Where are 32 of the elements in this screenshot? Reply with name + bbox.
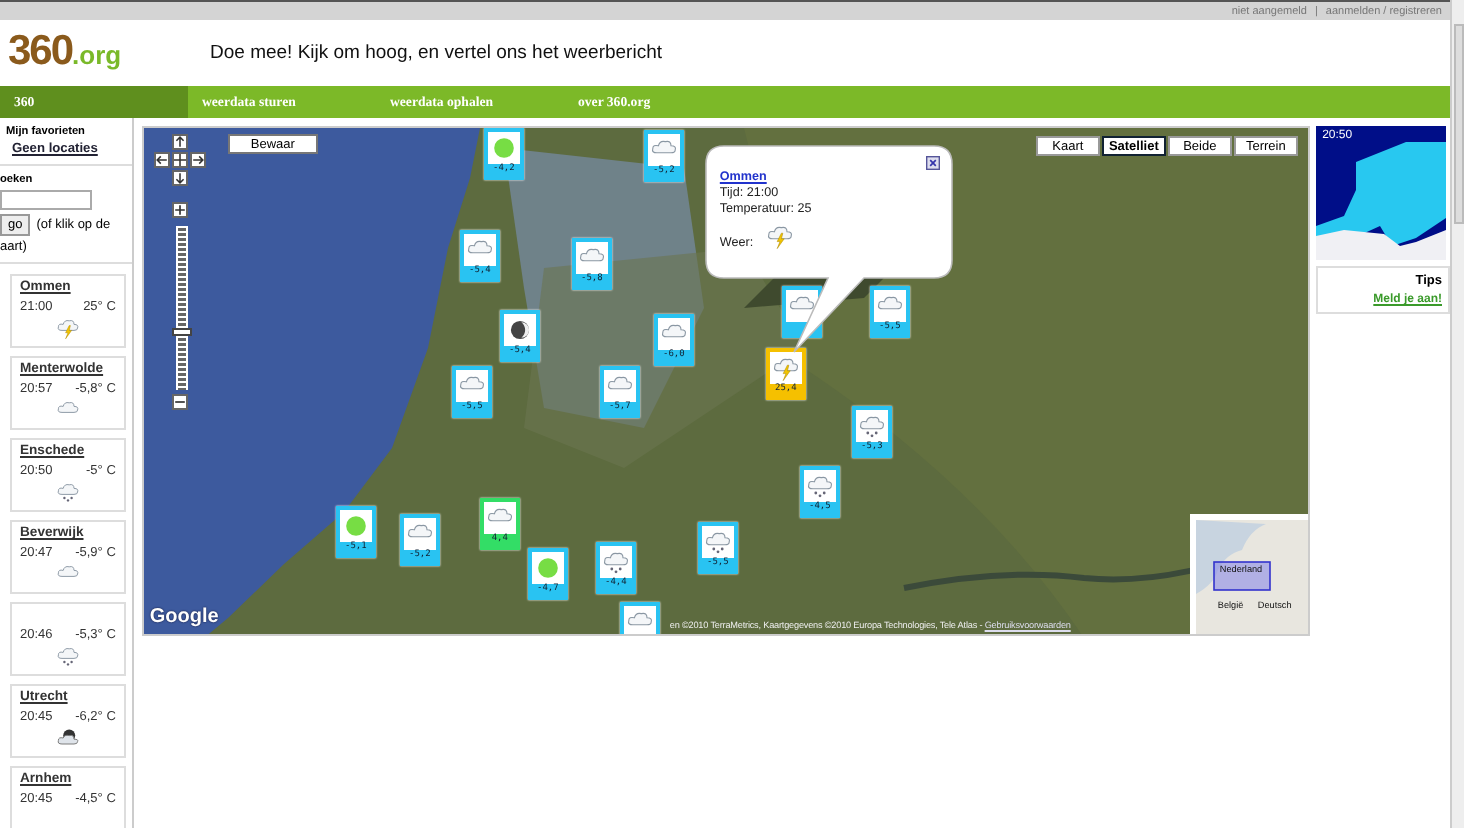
arrow-down-icon [173, 172, 186, 184]
snow-icon [703, 528, 732, 556]
close-icon[interactable] [925, 156, 940, 170]
search-field[interactable] [0, 190, 92, 210]
arrow-left-icon [155, 154, 168, 166]
circle-icon [341, 512, 370, 540]
logo-number: 360 [8, 28, 73, 76]
arrow-right-icon [191, 154, 204, 166]
storm-icon [765, 222, 794, 250]
arrow-up-icon [173, 136, 186, 148]
tagline: Doe mee! Kijk om hoog, en vertel ons het weerbericht [210, 41, 663, 63]
overview-map-drawing [1189, 514, 1309, 634]
night-cloud-icon [55, 726, 80, 750]
snow-icon [601, 548, 630, 576]
storm-icon [771, 354, 800, 382]
scrollbar-thumb[interactable] [1454, 24, 1464, 224]
plus-icon [173, 204, 186, 216]
snow-icon [805, 472, 834, 500]
logo-suffix: .org [72, 40, 122, 70]
zoom-slider[interactable] [175, 226, 188, 390]
scrollbar[interactable] [1450, 0, 1464, 828]
map-logo: Google [149, 606, 219, 628]
snow-icon [55, 644, 80, 668]
circle-icon [533, 554, 562, 582]
circle-icon [489, 134, 518, 162]
moon-icon [505, 316, 534, 344]
zoom-thumb[interactable] [171, 327, 192, 336]
snow-icon [857, 412, 886, 440]
radar-map-drawing [1316, 126, 1447, 260]
snow-icon [55, 480, 80, 504]
minus-icon [173, 396, 186, 408]
storm-icon [55, 316, 80, 340]
